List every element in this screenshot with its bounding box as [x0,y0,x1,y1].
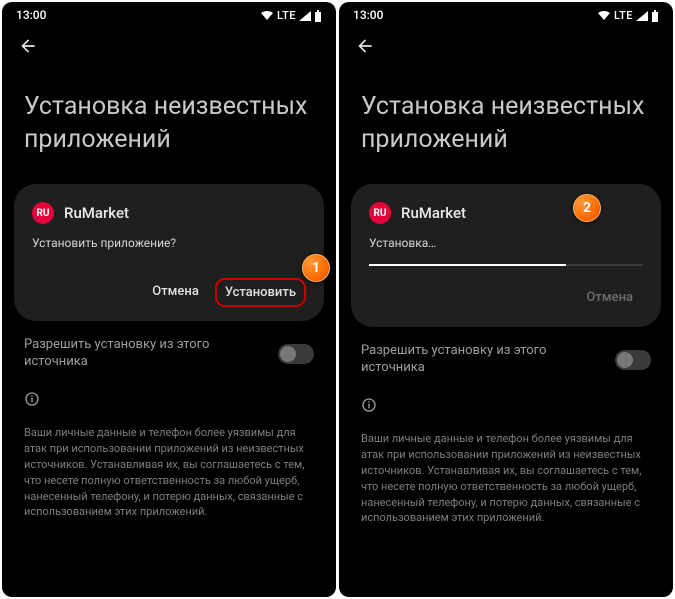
status-indicators: LTE [260,9,322,22]
annotation-marker-1: 1 [302,254,330,282]
dialog-message: Установить приложение? [32,236,306,250]
cancel-button[interactable]: Отмена [142,278,209,307]
page-title: Установка неизвестных приложений [339,61,673,176]
annotation-marker-2: 2 [573,194,601,222]
back-arrow-icon [18,36,38,56]
app-icon: RU [32,202,54,224]
signal-icon [299,11,311,21]
status-indicators: LTE [597,9,659,22]
cancel-button[interactable]: Отмена [576,284,643,311]
info-icon [339,377,673,417]
install-button[interactable]: Установить [215,278,306,307]
page-title: Установка неизвестных приложений [2,61,336,176]
app-icon: RU [369,202,391,224]
install-dialog: RU RuMarket Установить приложение? Отмен… [14,184,324,321]
permission-label: Разрешить установку из этого источника [24,337,254,371]
dialog-message: Установка… [369,236,643,250]
back-arrow-icon [355,36,375,56]
screenshot-left: 13:00 LTE Установка неизвестных приложен… [2,2,336,597]
warning-text: Ваши личные данные и телефон более уязви… [2,411,336,521]
screenshot-right: 13:00 LTE Установка неизвестных приложен… [339,2,673,597]
back-button[interactable] [339,26,673,61]
app-name: RuMarket [64,204,129,222]
permission-label: Разрешить установку из этого источника [361,343,591,377]
permission-toggle[interactable] [615,350,651,370]
signal-icon [636,11,648,21]
app-name: RuMarket [401,204,466,222]
progress-fill [369,264,566,266]
status-time: 13:00 [16,8,46,22]
status-bar: 13:00 LTE [339,2,673,26]
permission-toggle[interactable] [278,344,314,364]
progress-bar [369,264,643,266]
battery-icon [651,10,659,22]
warning-text: Ваши личные данные и телефон более уязви… [339,417,673,527]
back-button[interactable] [2,26,336,61]
wifi-icon [597,11,611,21]
network-label: LTE [614,9,633,22]
status-time: 13:00 [353,8,383,22]
wifi-icon [260,11,274,21]
battery-icon [314,10,322,22]
info-icon [2,371,336,411]
installing-dialog: RU RuMarket Установка… Отмена 2 [351,184,661,327]
network-label: LTE [277,9,296,22]
status-bar: 13:00 LTE [2,2,336,26]
